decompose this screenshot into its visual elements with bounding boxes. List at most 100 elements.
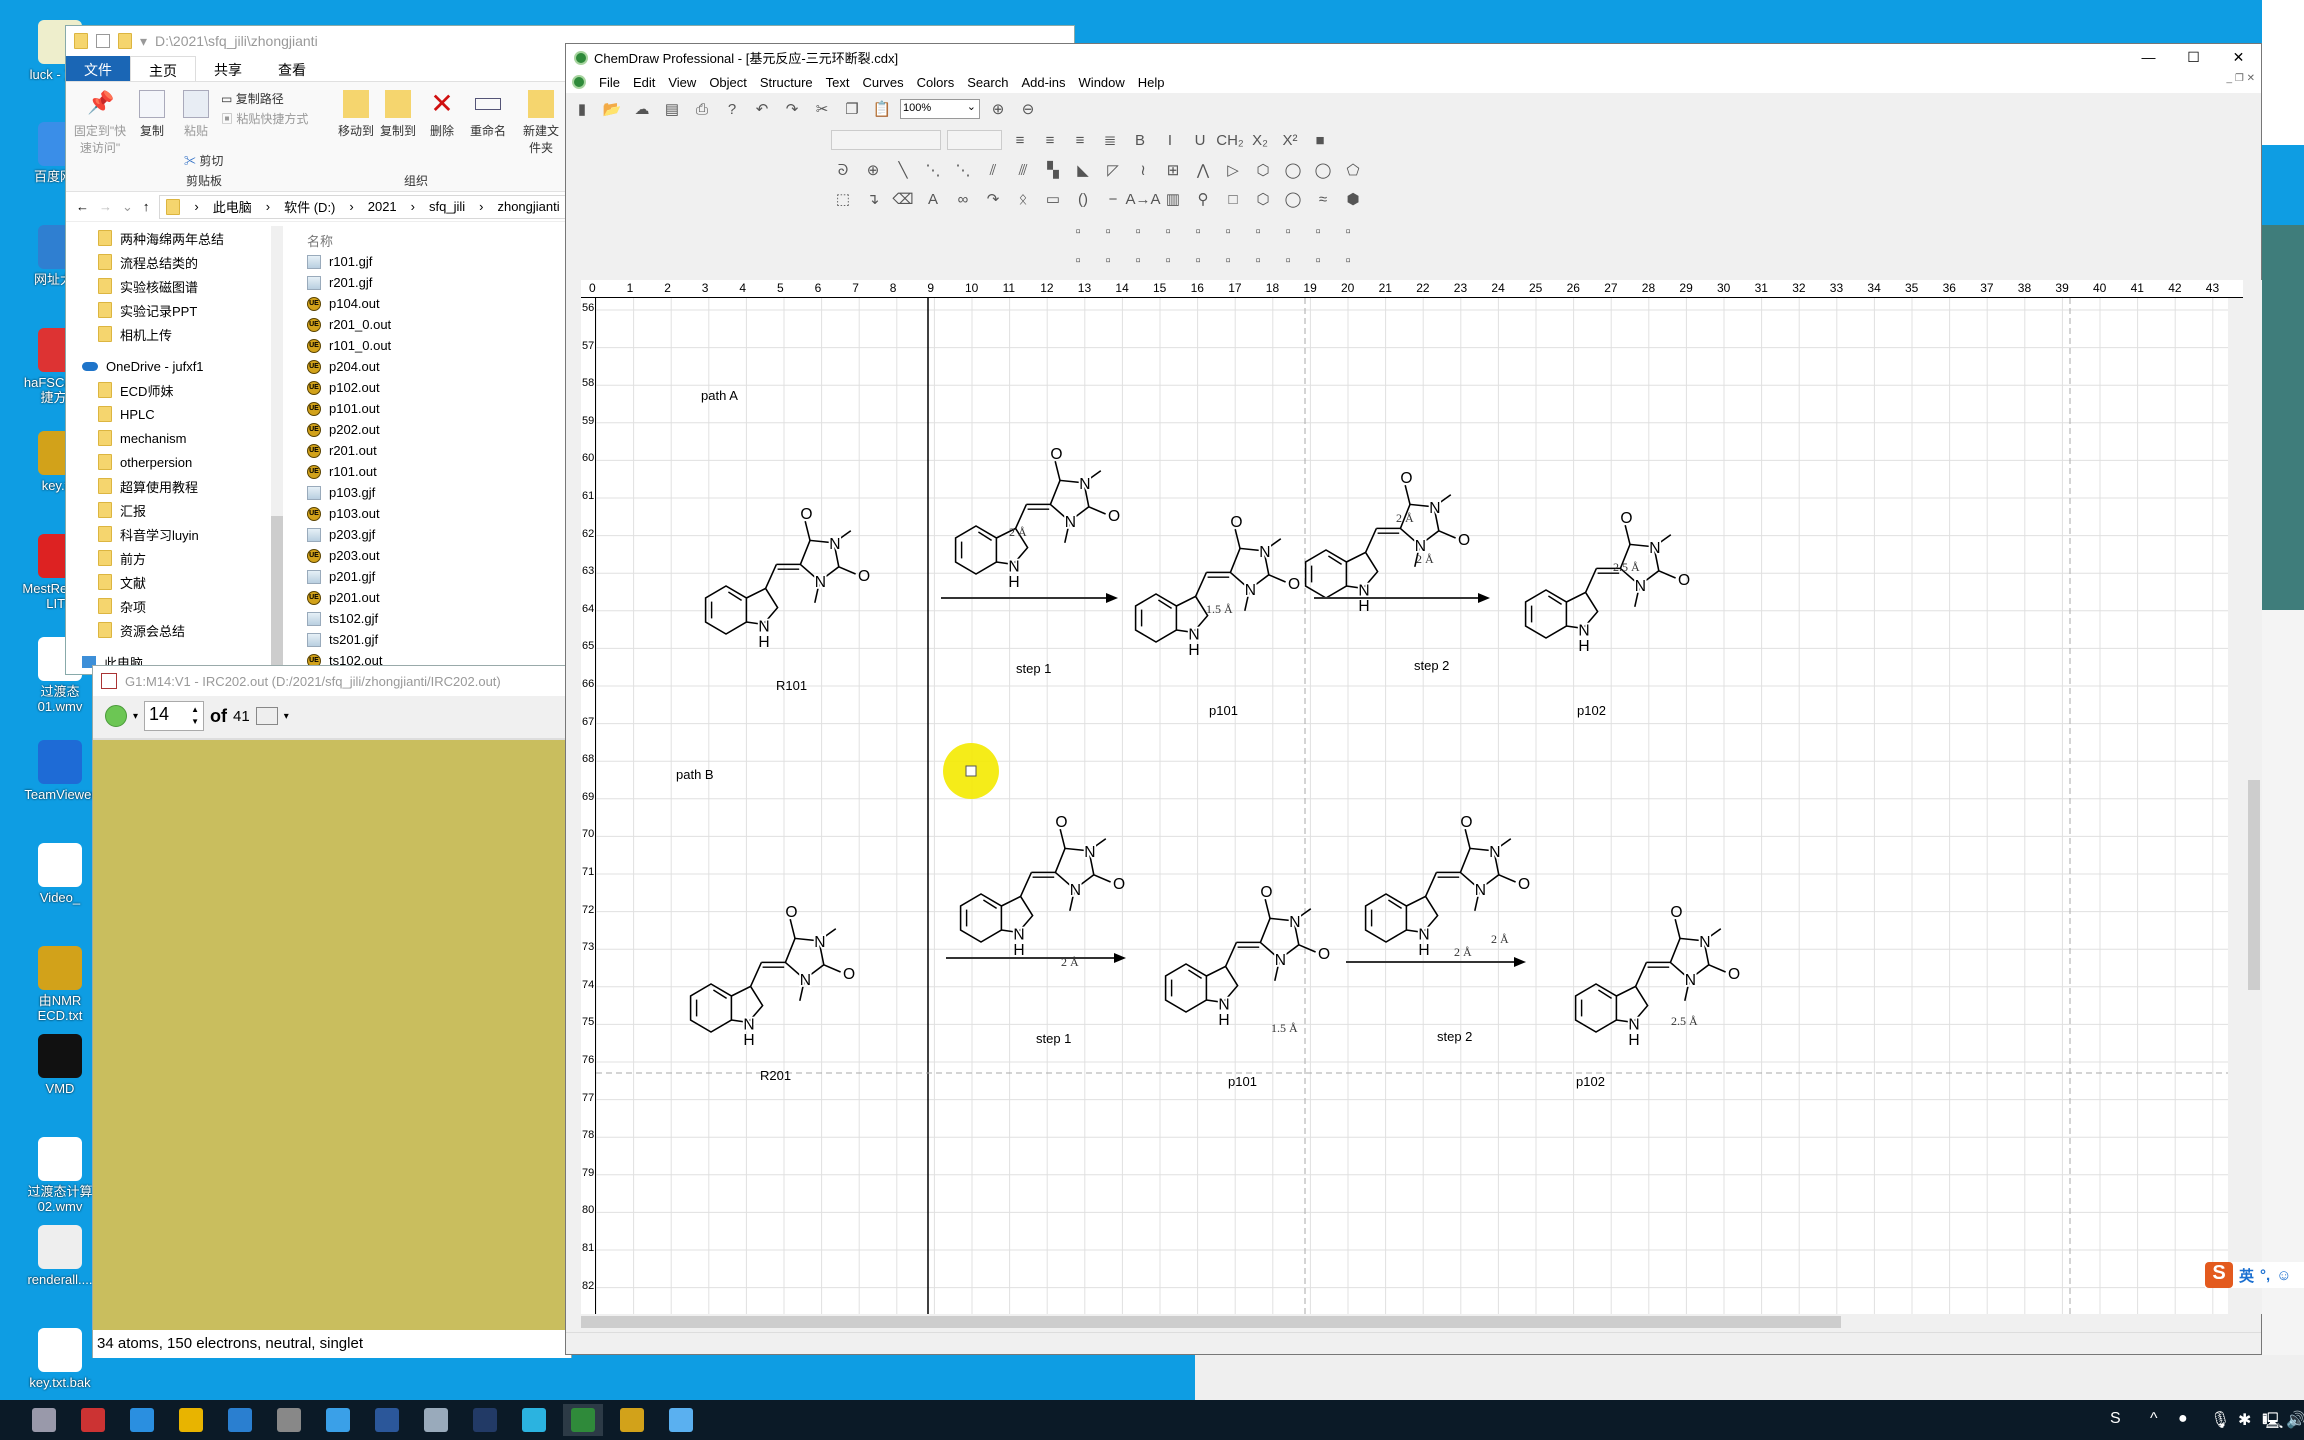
gaussview-window[interactable]: G1:M14:V1 - IRC202.out (D:/2021/sfq_jili… — [92, 665, 572, 1358]
microphone-icon[interactable]: 🎙 — [2210, 1410, 2230, 1430]
tlc-icon[interactable]: ▥ — [1161, 187, 1185, 211]
label-step2-a[interactable]: step 2 — [1414, 658, 1449, 673]
rename-button[interactable]: 重命名 — [466, 90, 510, 139]
label-path-a[interactable]: path A — [701, 388, 738, 403]
horizontal-scrollbar[interactable] — [581, 1314, 2246, 1330]
ungroup-icon[interactable]: ▫ — [1096, 219, 1120, 243]
ime-language[interactable]: 英 — [2239, 1265, 2254, 1286]
move-to-button[interactable]: 移动到 — [336, 90, 376, 139]
distance-label[interactable]: 2 Å — [1396, 511, 1414, 525]
file-item[interactable]: ts201.gjf — [301, 629, 601, 650]
new-folder-icon[interactable] — [118, 33, 132, 49]
superscript-icon[interactable]: X² — [1278, 128, 1302, 152]
flip-icon[interactable]: ▫ — [1216, 219, 1240, 243]
chemdraw-cloud-icon[interactable]: ☁ — [630, 97, 654, 121]
file-item[interactable]: UE p102.out — [301, 377, 601, 398]
label-p102-b[interactable]: p102 — [1576, 1074, 1605, 1089]
dropdown-arrow-icon[interactable]: ▾ — [284, 711, 289, 722]
bold-icon[interactable]: B — [1128, 128, 1152, 152]
nav-item[interactable]: 实验核磁图谱 — [66, 274, 276, 298]
crop-icon[interactable]: ▫ — [1336, 219, 1360, 243]
mdi-minimize-icon[interactable]: _ — [2227, 73, 2235, 84]
nav-item[interactable]: 两种海绵两年总结 — [66, 226, 276, 250]
align-right-edges-icon[interactable]: ▫ — [1156, 248, 1180, 272]
network-icon[interactable]: 🖳 — [2262, 1410, 2283, 1437]
file-item[interactable]: UE p104.out — [301, 293, 601, 314]
file-item[interactable]: UE r201.out — [301, 440, 601, 461]
label-r101[interactable]: R101 — [776, 678, 807, 693]
brackets-icon[interactable]: () — [1071, 187, 1095, 211]
new-document-icon[interactable]: ▮ — [570, 97, 594, 121]
orbital-icon[interactable]: ∞ — [951, 187, 975, 211]
menu-object[interactable]: Object — [709, 75, 747, 90]
breadcrumb-item[interactable]: 此电脑 — [213, 197, 252, 216]
copy-icon[interactable]: ❐ — [840, 97, 864, 121]
label-p101-b[interactable]: p101 — [1228, 1074, 1257, 1089]
undo-icon[interactable]: ↶ — [750, 97, 774, 121]
rotate-icon[interactable]: ▫ — [1246, 219, 1270, 243]
file-item[interactable]: UE r201_0.out — [301, 314, 601, 335]
distance-label[interactable]: 1.5 Å — [1271, 1021, 1298, 1035]
back-icon[interactable]: ← — [76, 199, 89, 214]
quick-access-dropdown-icon[interactable]: ▾ — [140, 33, 147, 50]
stamp-icon[interactable]: ⚲ — [1191, 187, 1215, 211]
pin-quick-access-button[interactable]: 📌 固定到"快速访问" — [70, 90, 130, 156]
join-icon[interactable]: ▫ — [1126, 219, 1150, 243]
ultraedit-taskbar-taskbar-button[interactable] — [612, 1404, 652, 1436]
bold-bond-icon[interactable]: ▚ — [1041, 158, 1065, 182]
breadcrumb-item[interactable]: zhongjianti — [497, 199, 559, 214]
nav-item[interactable]: otherpersion — [66, 450, 276, 474]
hollow-wedge-icon[interactable]: ◸ — [1101, 158, 1125, 182]
bold-hashed-icon[interactable]: ⫽ — [981, 158, 1005, 182]
cyclooctane-icon[interactable]: ◯ — [1311, 158, 1335, 182]
molecule-p102-a[interactable] — [1523, 507, 1692, 658]
vertical-scroll-thumb[interactable] — [2248, 780, 2260, 990]
menu-add-ins[interactable]: Add-ins — [1021, 75, 1065, 90]
chemdraw-titlebar[interactable]: ChemDraw Professional - [基元反应-三元环断裂.cdx]… — [566, 44, 2261, 71]
desktop-icon[interactable]: key.txt.bak — [20, 1328, 100, 1390]
nav-item[interactable]: 超算使用教程 — [66, 474, 276, 498]
triangle-icon[interactable]: ▷ — [1221, 158, 1245, 182]
cloud-app-taskbar-button[interactable] — [661, 1404, 701, 1436]
properties-icon[interactable] — [96, 34, 110, 48]
desktop-icon[interactable]: Video_ — [20, 843, 100, 905]
bond-icon[interactable]: ╲ — [891, 158, 915, 182]
distance-label[interactable]: 2 Å — [1454, 945, 1472, 959]
file-item[interactable]: UE p203.out — [301, 545, 601, 566]
ime-toolbar[interactable]: S 英 °, ☺ — [2205, 1262, 2304, 1288]
minimize-icon[interactable]: — — [2126, 44, 2171, 71]
atom-map-icon[interactable]: A→A — [1126, 187, 1161, 211]
edit-icon[interactable]: ▫ — [1096, 248, 1120, 272]
breadcrumb-item[interactable]: sfq_jili — [429, 199, 465, 214]
distribute-v-icon[interactable]: ▫ — [1336, 248, 1360, 272]
font-select[interactable] — [831, 130, 941, 150]
mdi-close-icon[interactable]: ✕ — [2247, 73, 2255, 84]
spinner-icon[interactable]: ▲ ▼ — [191, 704, 199, 728]
drawing-canvas[interactable]: O O N N N H — [596, 298, 2228, 1314]
align-hcenter-icon[interactable]: ▫ — [1276, 248, 1300, 272]
molecule-p102-b[interactable] — [1573, 901, 1742, 1051]
mdi-restore-icon[interactable]: ❐ — [2235, 73, 2247, 84]
align-left-edges-icon[interactable]: ▫ — [1126, 248, 1150, 272]
new-folder-button[interactable]: 新建文件夹 — [521, 90, 561, 156]
wavy-bond-icon[interactable]: ≀ — [1131, 158, 1155, 182]
molecule-ts1-b[interactable] — [958, 811, 1127, 962]
align-vcenter-icon[interactable]: ▫ — [1246, 248, 1270, 272]
notepad-taskbar-button[interactable] — [416, 1404, 456, 1436]
dashed-bond-icon[interactable]: ⋱ — [921, 158, 945, 182]
arrow-curve-icon[interactable]: ↷ — [981, 187, 1005, 211]
recent-dropdown-icon[interactable]: ⌄ — [122, 199, 133, 215]
nav-item[interactable]: ECD师妹 — [66, 378, 276, 402]
ie-browser-taskbar-button[interactable] — [122, 1404, 162, 1436]
nav-scrollbar[interactable] — [271, 226, 283, 676]
file-item[interactable]: UE r101.out — [301, 461, 601, 482]
file-item[interactable]: UE r101_0.out — [301, 335, 601, 356]
file-item[interactable]: UE p101.out — [301, 398, 601, 419]
molecule-app-taskbar-button[interactable] — [269, 1404, 309, 1436]
molecule-p101-b[interactable] — [1163, 881, 1332, 1031]
desktop-icon[interactable]: renderall.... — [20, 1225, 100, 1287]
green-circle-icon[interactable] — [105, 705, 127, 727]
cyclopentadiene-icon[interactable]: ≈ — [1311, 187, 1335, 211]
nav-item[interactable]: 文献 — [66, 570, 276, 594]
paste-button[interactable]: 粘贴 — [176, 90, 216, 139]
